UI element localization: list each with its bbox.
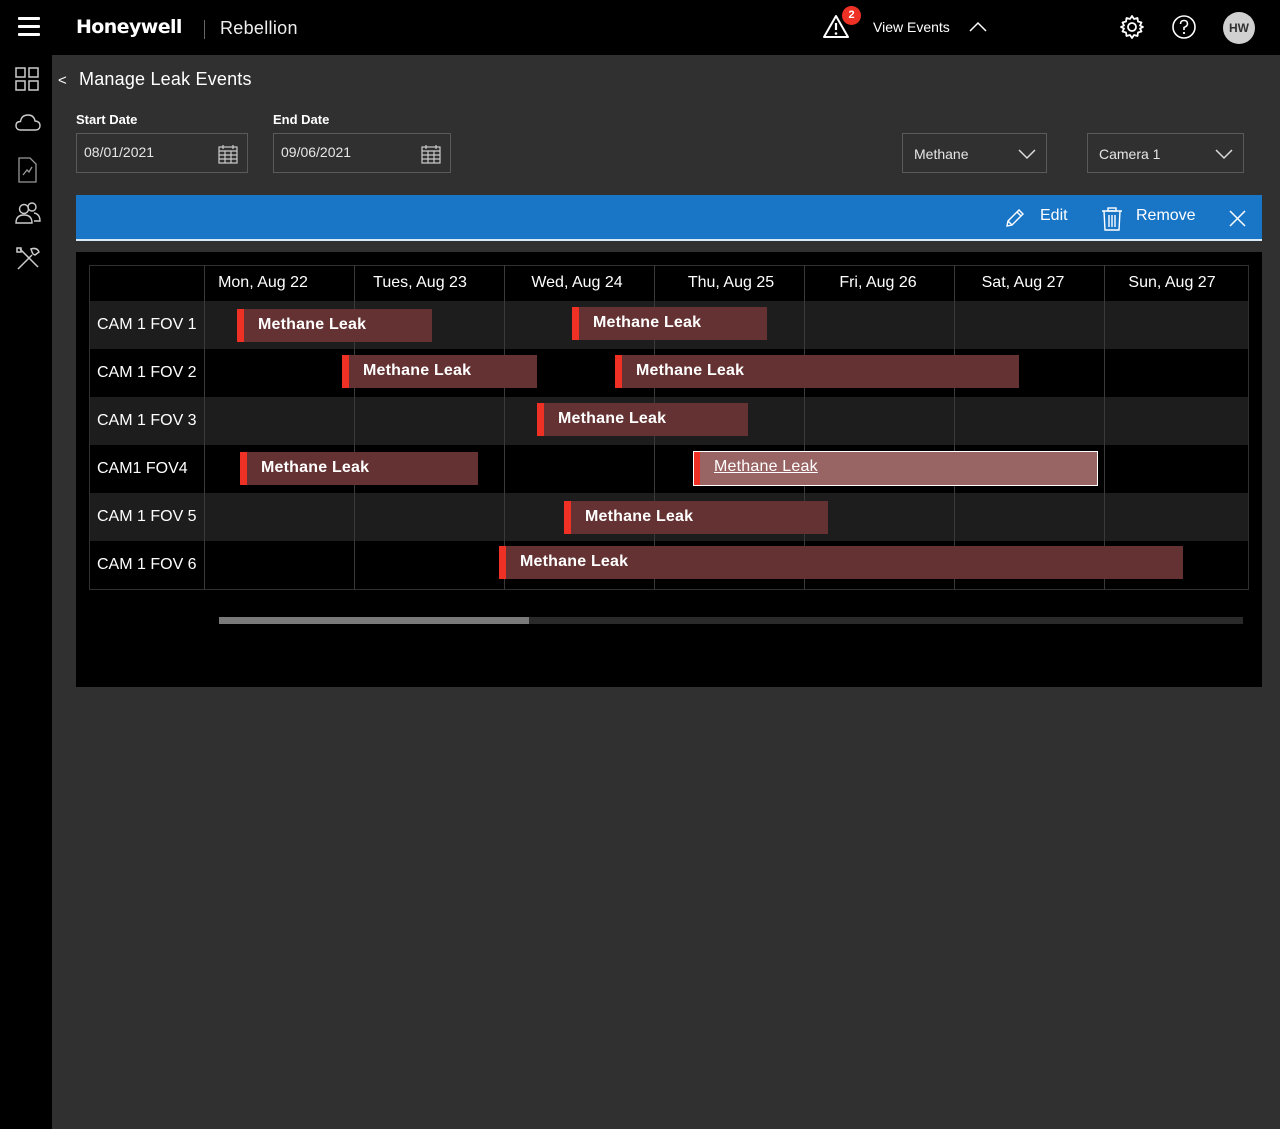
avatar[interactable]: HW — [1223, 12, 1255, 44]
row-label: CAM1 FOV4 — [97, 460, 188, 478]
back-button[interactable]: < — [58, 72, 67, 89]
view-events-button[interactable]: View Events — [873, 19, 950, 35]
gear-icon[interactable] — [1119, 14, 1145, 45]
event-bar[interactable]: Methane Leak — [240, 452, 478, 485]
help-icon[interactable] — [1171, 14, 1197, 45]
brand-divider — [204, 20, 205, 39]
edit-pencil-icon[interactable] — [1004, 207, 1026, 234]
page-title: Manage Leak Events — [79, 69, 252, 90]
day-header: Sat, Aug 27 — [948, 274, 1098, 292]
row-label: CAM 1 FOV 3 — [97, 412, 197, 430]
report-document-icon[interactable] — [15, 157, 39, 188]
remove-button[interactable]: Remove — [1136, 207, 1196, 225]
horizontal-scrollbar[interactable] — [219, 617, 1243, 624]
event-bar[interactable]: Methane Leak — [499, 546, 1183, 579]
scrollbar-thumb[interactable] — [219, 617, 529, 624]
end-date-label: End Date — [273, 112, 329, 127]
day-header: Tues, Aug 23 — [345, 274, 495, 292]
grid-divider — [804, 265, 805, 590]
end-date-input[interactable] — [281, 144, 411, 160]
chevron-down-icon — [1018, 147, 1036, 165]
event-label: Methane Leak — [593, 314, 701, 332]
event-bar[interactable]: Methane Leak — [342, 355, 537, 388]
event-label: Methane Leak — [636, 362, 744, 380]
event-bar[interactable]: Methane Leak — [564, 501, 828, 534]
alert-count-badge: 2 — [842, 6, 861, 25]
grid-divider — [504, 265, 505, 590]
top-bar: Honeywell Rebellion 2 View Events HW — [0, 0, 1280, 55]
day-header: Fri, Aug 26 — [803, 274, 953, 292]
close-icon[interactable] — [1229, 210, 1246, 232]
selection-action-bar: Edit Remove — [76, 195, 1262, 241]
camera-select[interactable]: Camera 1 — [1087, 133, 1244, 173]
tools-icon[interactable] — [15, 246, 41, 277]
event-label: Methane Leak — [363, 362, 471, 380]
start-date-label: Start Date — [76, 112, 137, 127]
dashboard-grid-icon[interactable] — [15, 67, 39, 96]
end-date-field[interactable] — [273, 133, 451, 173]
row-label: CAM 1 FOV 2 — [97, 364, 197, 382]
event-bar[interactable]: Methane Leak — [615, 355, 1019, 388]
event-label: Methane Leak — [261, 459, 369, 477]
brand-logo: Honeywell — [76, 16, 182, 38]
row-label: CAM 1 FOV 6 — [97, 556, 197, 574]
grid-divider — [204, 265, 205, 590]
calendar-icon[interactable] — [218, 144, 238, 169]
event-bar[interactable]: Methane Leak — [237, 309, 432, 342]
chevron-down-icon — [1215, 147, 1233, 165]
camera-value: Camera 1 — [1099, 146, 1160, 162]
gas-type-value: Methane — [914, 146, 968, 162]
cloud-icon[interactable] — [15, 113, 41, 138]
event-bar[interactable]: Methane Leak — [537, 403, 748, 436]
event-bar-selected[interactable]: Methane Leak — [693, 451, 1098, 486]
event-label: Methane Leak — [585, 508, 693, 526]
trash-icon[interactable] — [1101, 207, 1123, 236]
gas-type-select[interactable]: Methane — [902, 133, 1047, 173]
event-bar[interactable]: Methane Leak — [572, 307, 767, 340]
grid-divider — [1104, 265, 1105, 590]
users-icon[interactable] — [15, 201, 41, 230]
day-header: Mon, Aug 22 — [188, 274, 338, 292]
row-label: CAM 1 FOV 5 — [97, 508, 197, 526]
start-date-input[interactable] — [84, 144, 214, 160]
start-date-field[interactable] — [76, 133, 248, 173]
event-label: Methane Leak — [520, 553, 628, 571]
sidebar — [0, 55, 52, 1129]
grid-divider — [954, 265, 955, 590]
event-label: Methane Leak — [714, 458, 818, 476]
day-header: Thu, Aug 25 — [656, 274, 806, 292]
day-header: Sun, Aug 27 — [1097, 274, 1247, 292]
chevron-up-icon[interactable] — [968, 20, 988, 38]
edit-button[interactable]: Edit — [1040, 207, 1068, 225]
product-name: Rebellion — [220, 18, 298, 39]
menu-icon[interactable] — [18, 17, 40, 37]
event-label: Methane Leak — [258, 316, 366, 334]
calendar-icon[interactable] — [421, 144, 441, 169]
event-label: Methane Leak — [558, 410, 666, 428]
day-header: Wed, Aug 24 — [502, 274, 652, 292]
row-label: CAM 1 FOV 1 — [97, 316, 197, 334]
